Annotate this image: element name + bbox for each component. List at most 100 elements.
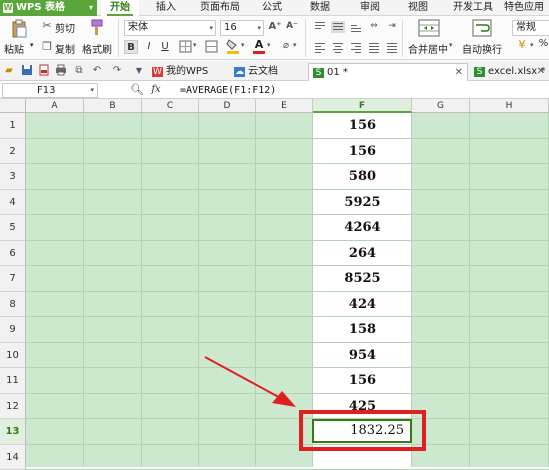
- row-header-14[interactable]: 14: [0, 445, 26, 470]
- open-folder-icon[interactable]: ▰: [2, 64, 16, 78]
- fx-icon[interactable]: fx: [149, 83, 163, 97]
- borders-icon[interactable]: [178, 40, 192, 54]
- print-preview-icon[interactable]: ⧉: [72, 64, 86, 78]
- distributed-align-icon[interactable]: [385, 42, 399, 54]
- row-header-4[interactable]: 4: [0, 190, 26, 216]
- cell-f1[interactable]: 156: [313, 113, 412, 139]
- column-header-f[interactable]: F: [313, 99, 412, 113]
- close-icon[interactable]: ✕: [537, 63, 545, 81]
- orientation-icon[interactable]: ⇔: [367, 21, 381, 33]
- column-header-c[interactable]: C: [142, 99, 199, 113]
- cell-f11[interactable]: 156: [313, 368, 412, 394]
- font-size-select[interactable]: 16 ▾: [220, 20, 264, 36]
- cell-f2[interactable]: 156: [313, 139, 412, 165]
- wrap-text-button[interactable]: 自动换行: [462, 41, 502, 56]
- menu-tab-formulas[interactable]: 公式: [254, 0, 290, 16]
- row-header-3[interactable]: 3: [0, 164, 26, 190]
- cut-button[interactable]: 剪切: [55, 20, 75, 35]
- chevron-down-icon[interactable]: ▾: [267, 41, 271, 49]
- app-menu-button[interactable]: W WPS 表格 ▾: [0, 0, 97, 16]
- row-header-1[interactable]: 1: [0, 113, 26, 139]
- align-top-icon[interactable]: [313, 21, 327, 33]
- menu-tab-home[interactable]: 开始: [101, 0, 139, 16]
- paste-button[interactable]: 粘贴: [4, 41, 24, 56]
- chevron-down-icon[interactable]: ▾: [449, 41, 453, 49]
- column-header-g[interactable]: G: [412, 99, 470, 113]
- increase-font-icon[interactable]: A⁺: [268, 21, 282, 35]
- row-header-12[interactable]: 12: [0, 394, 26, 420]
- chevron-down-icon[interactable]: ▾: [293, 41, 297, 49]
- align-middle-icon[interactable]: [331, 21, 345, 33]
- cell-f9[interactable]: 158: [313, 317, 412, 343]
- number-format-select[interactable]: 常规: [512, 20, 549, 36]
- cell-f8[interactable]: 424: [313, 292, 412, 318]
- italic-button[interactable]: I: [142, 40, 156, 54]
- wrap-text-icon[interactable]: [472, 19, 492, 37]
- menu-tab-features[interactable]: 特色应用: [504, 0, 549, 16]
- menu-tab-insert[interactable]: 插入: [148, 0, 184, 16]
- scissors-icon[interactable]: ✂: [40, 19, 54, 33]
- font-color-icon[interactable]: A: [252, 38, 266, 54]
- undo-icon[interactable]: ↶: [90, 64, 104, 78]
- name-box[interactable]: F13 ▾: [2, 83, 98, 98]
- row-header-10[interactable]: 10: [0, 343, 26, 369]
- merge-center-icon[interactable]: [418, 19, 440, 37]
- bold-button[interactable]: B: [124, 40, 138, 54]
- copy-icon[interactable]: ❐: [40, 40, 54, 54]
- menu-tab-page-layout[interactable]: 页面布局: [190, 0, 250, 16]
- zoom-search-icon[interactable]: 🔍︎: [130, 83, 144, 97]
- save-icon[interactable]: [20, 64, 34, 78]
- row-header-8[interactable]: 8: [0, 292, 26, 318]
- customize-toolbar-icon[interactable]: ▼: [132, 64, 146, 78]
- redo-icon[interactable]: ↷: [110, 64, 124, 78]
- row-header-9[interactable]: 9: [0, 317, 26, 343]
- menu-tab-developer[interactable]: 开发工具: [448, 0, 498, 16]
- chevron-down-icon[interactable]: ▾: [530, 41, 534, 49]
- tab-my-wps[interactable]: W 我的WPS: [148, 63, 226, 81]
- font-name-select[interactable]: 宋体 ▾: [124, 20, 216, 36]
- merge-center-button[interactable]: 合并居中: [408, 41, 448, 56]
- spreadsheet-grid[interactable]: ABCDEFGH1234567891011121314 156156580592…: [0, 99, 549, 467]
- align-right-icon[interactable]: [349, 42, 363, 54]
- menu-tab-view[interactable]: 视图: [400, 0, 436, 16]
- underline-button[interactable]: U: [158, 40, 172, 54]
- export-pdf-icon[interactable]: [37, 64, 51, 78]
- align-bottom-icon[interactable]: [349, 21, 363, 33]
- cell-f4[interactable]: 5925: [313, 190, 412, 216]
- merge-cells-icon[interactable]: [204, 40, 218, 54]
- indent-icon[interactable]: ⇥: [385, 21, 399, 33]
- row-header-6[interactable]: 6: [0, 241, 26, 267]
- chevron-down-icon[interactable]: ▾: [241, 41, 245, 49]
- column-header-b[interactable]: B: [84, 99, 142, 113]
- tab-excel-xlsx[interactable]: S excel.xlsx * ✕: [470, 63, 549, 81]
- column-header-e[interactable]: E: [256, 99, 313, 113]
- tab-cloud-docs[interactable]: ☁ 云文档: [230, 63, 294, 81]
- column-header-d[interactable]: D: [199, 99, 256, 113]
- formula-input[interactable]: =AVERAGE(F1:F12): [180, 82, 276, 99]
- cell-f6[interactable]: 264: [313, 241, 412, 267]
- justify-icon[interactable]: [367, 42, 381, 54]
- row-header-13[interactable]: 13: [0, 419, 26, 445]
- copy-button[interactable]: 复制: [55, 41, 75, 56]
- print-icon[interactable]: [54, 64, 68, 78]
- close-icon[interactable]: ✕: [455, 64, 463, 82]
- chevron-down-icon[interactable]: ▾: [90, 84, 94, 97]
- cell-f7[interactable]: 8525: [313, 266, 412, 292]
- decrease-font-icon[interactable]: A⁻: [285, 21, 299, 35]
- fill-color-icon[interactable]: [226, 38, 240, 54]
- paste-icon[interactable]: [8, 19, 30, 39]
- format-painter-button[interactable]: 格式刷: [82, 41, 112, 56]
- cell-f3[interactable]: 580: [313, 164, 412, 190]
- currency-icon[interactable]: ¥: [515, 38, 529, 54]
- row-header-11[interactable]: 11: [0, 368, 26, 394]
- row-header-7[interactable]: 7: [0, 266, 26, 292]
- column-header-h[interactable]: H: [470, 99, 549, 113]
- chevron-down-icon[interactable]: ▾: [193, 41, 197, 49]
- format-painter-icon[interactable]: [86, 19, 104, 37]
- paste-dropdown-icon[interactable]: ▾: [30, 41, 34, 49]
- tab-document-01[interactable]: S 01 * ✕: [308, 63, 468, 81]
- menu-tab-data[interactable]: 数据: [302, 0, 338, 16]
- percent-icon[interactable]: %: [538, 38, 549, 54]
- row-header-2[interactable]: 2: [0, 139, 26, 165]
- align-center-icon[interactable]: [331, 42, 345, 54]
